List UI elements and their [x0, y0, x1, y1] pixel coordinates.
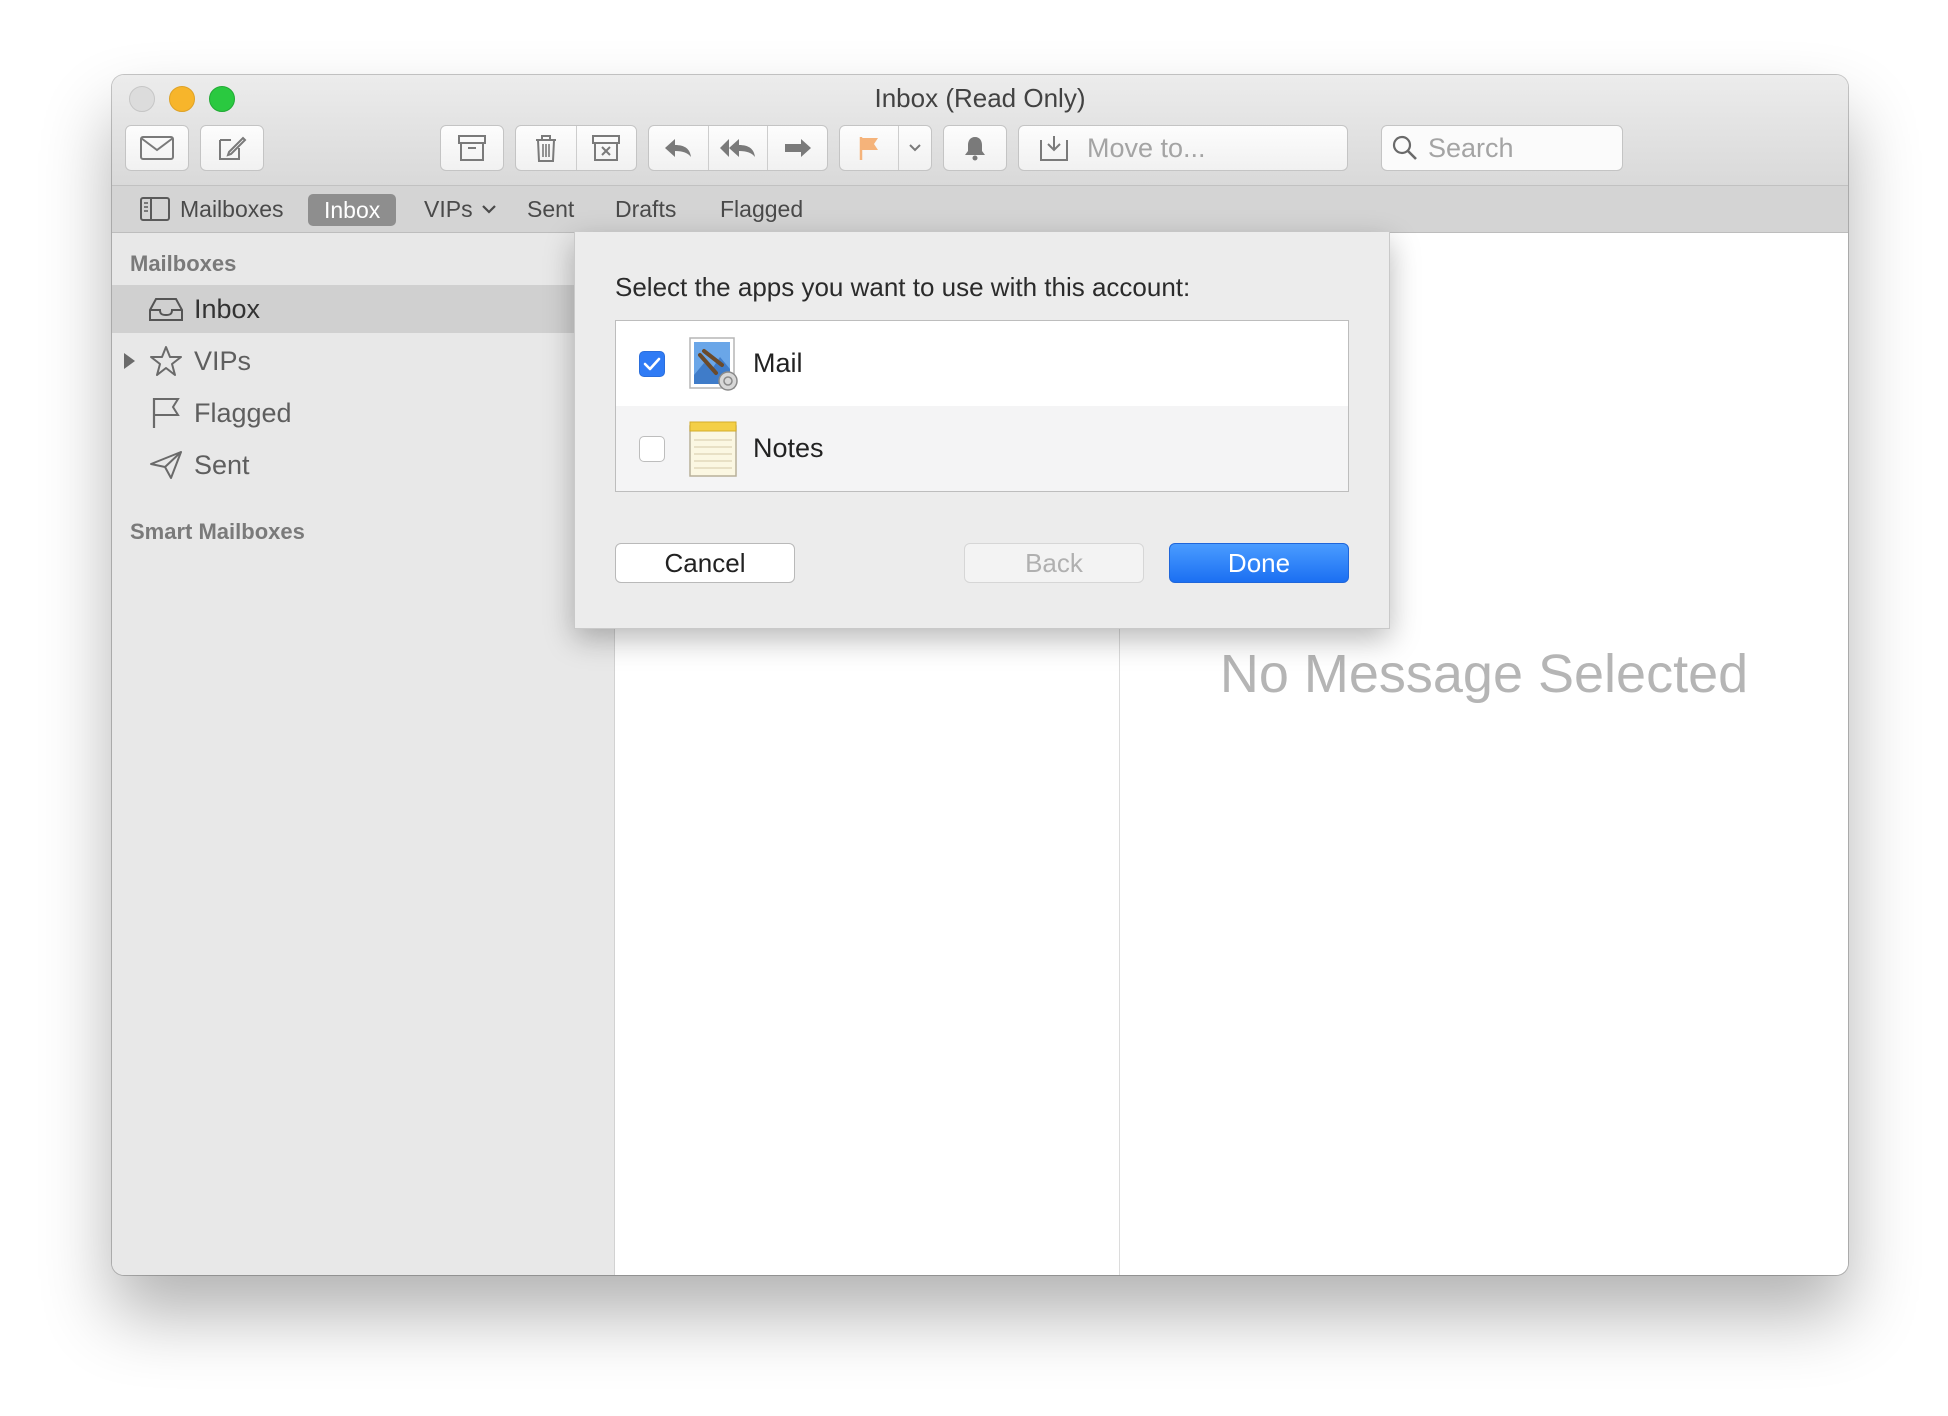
- account-apps-sheet: Select the apps you want to use with thi…: [574, 232, 1390, 629]
- archive-box-icon: [458, 135, 486, 161]
- reply-all-arrow-icon: [720, 139, 755, 157]
- compose-icon: [219, 136, 247, 160]
- sidebar-item-vips[interactable]: VIPs: [112, 337, 615, 385]
- sidebar-item-label: Flagged: [194, 397, 292, 428]
- sidebar-item-label: Inbox: [194, 293, 261, 324]
- mail-app-icon: [685, 334, 743, 394]
- favorites-flagged-button[interactable]: Flagged: [720, 186, 803, 232]
- sidebar-section-smart-mailboxes: Smart Mailboxes: [130, 519, 305, 544]
- mail-checkbox[interactable]: [639, 350, 665, 377]
- search-icon: [1392, 135, 1417, 160]
- get-mail-button[interactable]: [125, 125, 189, 171]
- app-row-notes[interactable]: Notes: [616, 406, 1348, 491]
- sidebar-item-sent[interactable]: Sent: [112, 441, 615, 489]
- title-bar: Inbox (Read Only) Move to... Search: [112, 75, 1848, 185]
- forward-button[interactable]: [768, 126, 827, 170]
- no-message-selected-text: No Message Selected: [1219, 644, 1749, 704]
- bell-icon: [965, 137, 985, 161]
- app-name: Notes: [753, 433, 824, 463]
- cancel-button[interactable]: Cancel: [615, 543, 795, 583]
- forward-arrow-icon: [784, 139, 811, 157]
- checkmark-icon: [643, 357, 661, 370]
- junk-button[interactable]: [577, 126, 637, 170]
- junk-box-icon: [592, 135, 621, 161]
- compose-button[interactable]: [200, 125, 264, 171]
- back-button[interactable]: Back: [964, 543, 1144, 583]
- window-title: Inbox (Read Only): [874, 83, 1086, 113]
- search-placeholder: Search: [1428, 132, 1514, 163]
- reply-group: [648, 125, 828, 171]
- favorites-sent-label: Sent: [527, 195, 575, 222]
- mail-window: Inbox (Read Only) Move to... Search Mail…: [112, 75, 1848, 1275]
- reply-arrow-icon: [665, 139, 692, 157]
- chevron-down-icon: [481, 205, 496, 214]
- archive-button[interactable]: [440, 125, 504, 171]
- flag-icon: [859, 137, 879, 160]
- disclosure-triangle-icon[interactable]: [124, 353, 135, 369]
- paper-plane-icon: [146, 445, 186, 485]
- flag-button[interactable]: [840, 126, 900, 170]
- app-name: Mail: [753, 348, 803, 378]
- move-to-button[interactable]: Move to...: [1018, 125, 1348, 171]
- notify-button[interactable]: [943, 125, 1007, 171]
- done-button[interactable]: Done: [1169, 543, 1349, 583]
- favorites-inbox-button[interactable]: Inbox: [308, 194, 397, 226]
- delete-button[interactable]: [516, 126, 577, 170]
- inbox-tray-icon: [146, 289, 186, 329]
- sheet-prompt: Select the apps you want to use with thi…: [615, 272, 1191, 302]
- search-field[interactable]: Search: [1381, 125, 1623, 171]
- favorites-sent-button[interactable]: Sent: [527, 186, 574, 232]
- envelope-icon: [140, 136, 174, 160]
- flag-icon: [146, 393, 186, 433]
- flag-group: [839, 125, 932, 171]
- mailbox-sidebar: Mailboxes Inbox VIPs Flagged Sent Smart …: [112, 233, 615, 1275]
- reply-button[interactable]: [649, 126, 709, 170]
- sidebar-item-label: VIPs: [194, 345, 252, 376]
- app-list: Mail Notes: [615, 320, 1349, 492]
- sidebar-item-flagged[interactable]: Flagged: [112, 389, 615, 437]
- move-to-tray-icon: [1040, 136, 1068, 161]
- sidebar-item-label: Sent: [194, 449, 250, 480]
- notes-app-icon: [685, 419, 743, 479]
- notes-checkbox[interactable]: [639, 435, 665, 462]
- move-to-label: Move to...: [1087, 132, 1206, 163]
- sidebar-toggle-icon: [140, 197, 170, 221]
- favorites-inbox-label: Inbox: [324, 196, 381, 223]
- favorites-mailboxes-label: Mailboxes: [180, 195, 284, 222]
- favorites-vips-label: VIPs: [424, 195, 473, 222]
- trash-icon: [535, 135, 556, 162]
- sidebar-section-mailboxes: Mailboxes: [130, 251, 237, 276]
- favorites-flagged-label: Flagged: [720, 195, 804, 222]
- favorites-bar: Mailboxes Inbox VIPs Sent Drafts Flagged: [112, 185, 1848, 233]
- sidebar-item-inbox[interactable]: Inbox: [112, 285, 615, 333]
- flag-color-menu-button[interactable]: [899, 126, 931, 170]
- star-icon: [146, 341, 186, 381]
- favorites-drafts-label: Drafts: [615, 195, 677, 222]
- app-row-mail[interactable]: Mail: [616, 321, 1348, 406]
- chevron-down-icon: [909, 144, 921, 152]
- favorites-vips-button[interactable]: VIPs: [424, 186, 497, 232]
- delete-junk-group: [515, 125, 637, 171]
- favorites-drafts-button[interactable]: Drafts: [615, 186, 676, 232]
- reply-all-button[interactable]: [709, 126, 769, 170]
- favorites-mailboxes-button[interactable]: Mailboxes: [140, 186, 284, 232]
